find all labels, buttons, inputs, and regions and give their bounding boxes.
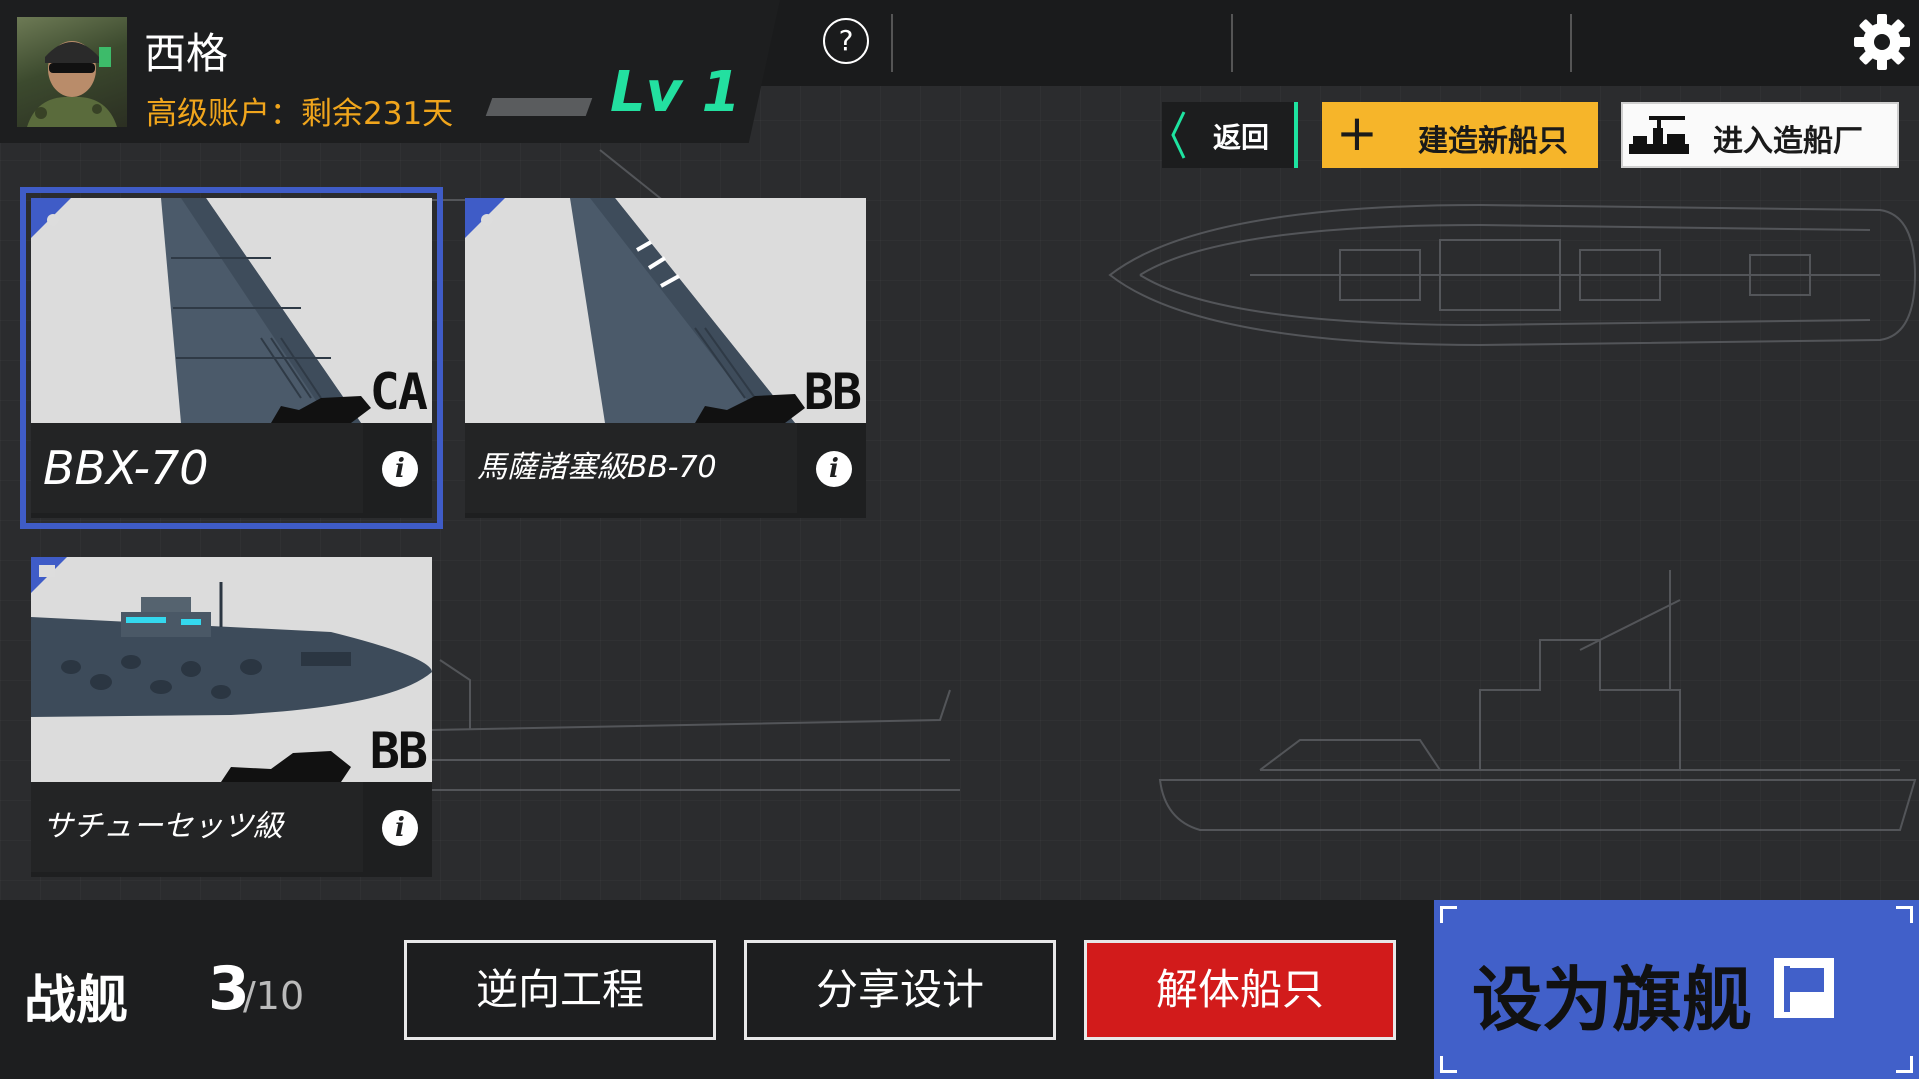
ship-name: 馬薩諸塞級BB-70 <box>477 450 717 485</box>
fleet-max: /10 <box>243 974 305 1018</box>
ship-preview-image: BB <box>31 557 432 782</box>
ship-name: BBX-70 <box>43 441 209 495</box>
profile-panel[interactable]: 西格 高级账户：剩余231天 Lv 1 <box>0 0 780 143</box>
plus-icon: + <box>1336 104 1378 162</box>
share-design-button[interactable]: 分享设计 <box>744 940 1056 1040</box>
ship-card-footer: 馬薩諸塞級BB-70 i <box>465 423 866 518</box>
corner-bracket <box>1440 906 1457 923</box>
info-button[interactable]: i <box>382 810 418 846</box>
ship-preview-image: BB <box>465 198 866 423</box>
help-button[interactable]: ? <box>823 18 869 64</box>
ship-class-tag: BB <box>803 363 862 421</box>
ship-class-tag: BB <box>369 722 428 780</box>
settings-gear-icon[interactable] <box>1852 12 1912 72</box>
ship-name: サチューセッツ級 <box>43 809 283 844</box>
back-button[interactable]: 返回 <box>1162 102 1298 168</box>
ship-card-footer: BBX-70 i <box>31 423 432 518</box>
top-separator <box>1570 14 1572 72</box>
top-separator <box>1231 14 1233 72</box>
corner-bracket <box>1896 906 1913 923</box>
ship-card[interactable]: BB 馬薩諸塞級BB-70 i <box>465 198 866 518</box>
info-button[interactable]: i <box>816 451 852 487</box>
chevron-left-icon <box>1171 111 1186 159</box>
top-separator <box>891 14 893 72</box>
player-avatar[interactable] <box>17 17 127 127</box>
corner-bracket <box>1896 1056 1913 1073</box>
ship-card-footer: サチューセッツ級 i <box>31 782 432 877</box>
soldier-portrait-icon <box>27 41 117 127</box>
ship-card[interactable]: CA BBX-70 i <box>20 187 443 529</box>
back-label: 返回 <box>1213 121 1270 154</box>
enter-shipyard-button[interactable]: 进入造船厂 <box>1621 102 1899 168</box>
ship-card[interactable]: BB サチューセッツ級 i <box>31 557 432 877</box>
set-flagship-button[interactable]: 设为旗舰 <box>1434 900 1919 1079</box>
flag-icon <box>1774 958 1834 1018</box>
info-button[interactable]: i <box>382 451 418 487</box>
ship-preview-image: CA <box>31 198 432 423</box>
enter-shipyard-label: 进入造船厂 <box>1713 124 1863 159</box>
fleet-label: 战舰 <box>24 971 129 1031</box>
build-new-ship-button[interactable]: + 建造新船只 <box>1322 102 1598 168</box>
shipyard-crane-icon <box>1629 116 1689 154</box>
player-level: Lv 1 <box>610 60 741 125</box>
reverse-engineer-button[interactable]: 逆向工程 <box>404 940 716 1040</box>
build-new-ship-label: 建造新船只 <box>1418 124 1568 159</box>
player-name: 西格 <box>144 29 229 78</box>
set-flagship-label: 设为旗舰 <box>1472 959 1752 1041</box>
corner-bracket <box>1440 1056 1457 1073</box>
account-status: 高级账户：剩余231天 <box>146 96 454 132</box>
ship-class-tag: CA <box>369 363 428 421</box>
dismantle-ship-button[interactable]: 解体船只 <box>1084 940 1396 1040</box>
xp-bar <box>485 98 593 116</box>
